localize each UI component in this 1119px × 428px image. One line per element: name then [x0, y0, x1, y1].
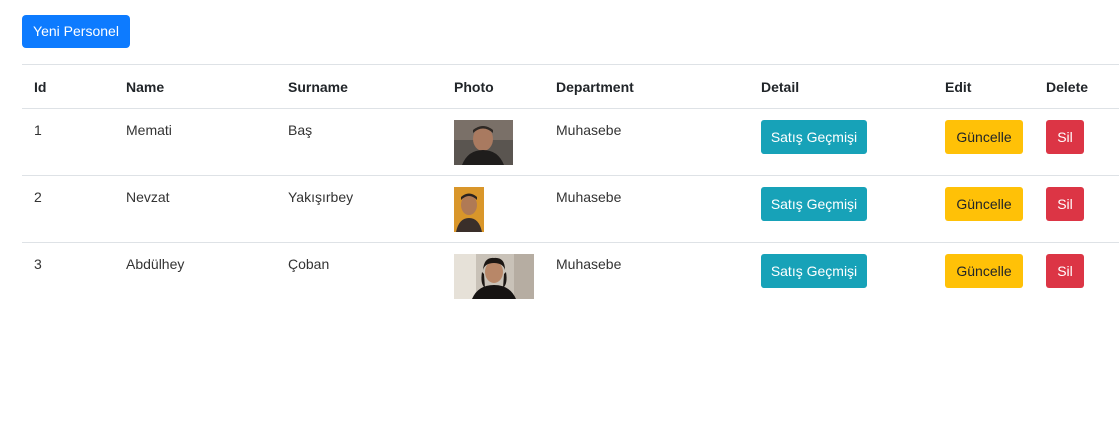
column-header-photo: Photo: [454, 78, 494, 95]
sales-history-button[interactable]: Satış Geçmişi: [761, 254, 867, 288]
cell-photo: [442, 176, 544, 243]
cell-edit: Güncelle: [933, 109, 1034, 176]
cell-name: Abdülhey: [126, 256, 185, 272]
cell-name: Memati: [126, 122, 172, 138]
personnel-table: Id Name Surname Photo Department Detail …: [22, 64, 1119, 310]
new-personnel-button[interactable]: Yeni Personel: [22, 15, 130, 48]
delete-button[interactable]: Sil: [1046, 187, 1084, 221]
cell-surname: Baş: [288, 122, 313, 138]
cell-edit: Güncelle: [933, 243, 1034, 310]
cell-department: Muhasebe: [556, 256, 622, 272]
column-header-department: Department: [556, 78, 634, 95]
cell-surname: Yakışırbey: [288, 189, 354, 205]
page: Yeni Personel Id Name Surname Photo Depa…: [0, 0, 1119, 428]
cell-edit: Güncelle: [933, 176, 1034, 243]
cell-id: 3: [34, 256, 42, 272]
column-header-delete: Delete: [1046, 78, 1089, 95]
table-row: 1 Memati Baş Muhasebe Satış Geçmişi Günc…: [22, 109, 1119, 176]
update-button[interactable]: Güncelle: [945, 254, 1023, 288]
column-header-id: Id: [34, 78, 47, 95]
cell-photo: [442, 109, 544, 176]
cell-detail: Satış Geçmişi: [749, 176, 933, 243]
update-button[interactable]: Güncelle: [945, 187, 1023, 221]
column-header-detail: Detail: [761, 78, 800, 95]
delete-button[interactable]: Sil: [1046, 254, 1084, 288]
cell-id: 1: [34, 122, 42, 138]
cell-detail: Satış Geçmişi: [749, 243, 933, 310]
column-header-surname: Surname: [288, 78, 348, 95]
cell-detail: Satış Geçmişi: [749, 109, 933, 176]
portrait-photo: [454, 120, 513, 165]
cell-department: Muhasebe: [556, 189, 622, 205]
update-button[interactable]: Güncelle: [945, 120, 1023, 154]
cell-delete: Sil: [1034, 243, 1119, 310]
delete-button[interactable]: Sil: [1046, 120, 1084, 154]
table-row: 3 Abdülhey Çoban Muhasebe Satış Geçmişi …: [22, 243, 1119, 310]
table-row: 2 Nevzat Yakışırbey Muhasebe Satış Geçmi…: [22, 176, 1119, 243]
cell-id: 2: [34, 189, 42, 205]
cell-photo: [442, 243, 544, 310]
cell-department: Muhasebe: [556, 122, 622, 138]
column-header-edit: Edit: [945, 78, 972, 95]
cell-delete: Sil: [1034, 176, 1119, 243]
cell-name: Nevzat: [126, 189, 170, 205]
portrait-photo: [454, 187, 484, 232]
sales-history-button[interactable]: Satış Geçmişi: [761, 120, 867, 154]
sales-history-button[interactable]: Satış Geçmişi: [761, 187, 867, 221]
column-header-name: Name: [126, 78, 165, 95]
cell-surname: Çoban: [288, 256, 330, 272]
cell-delete: Sil: [1034, 109, 1119, 176]
portrait-photo: [454, 254, 534, 299]
table-header-row: Id Name Surname Photo Department Detail …: [22, 64, 1119, 109]
